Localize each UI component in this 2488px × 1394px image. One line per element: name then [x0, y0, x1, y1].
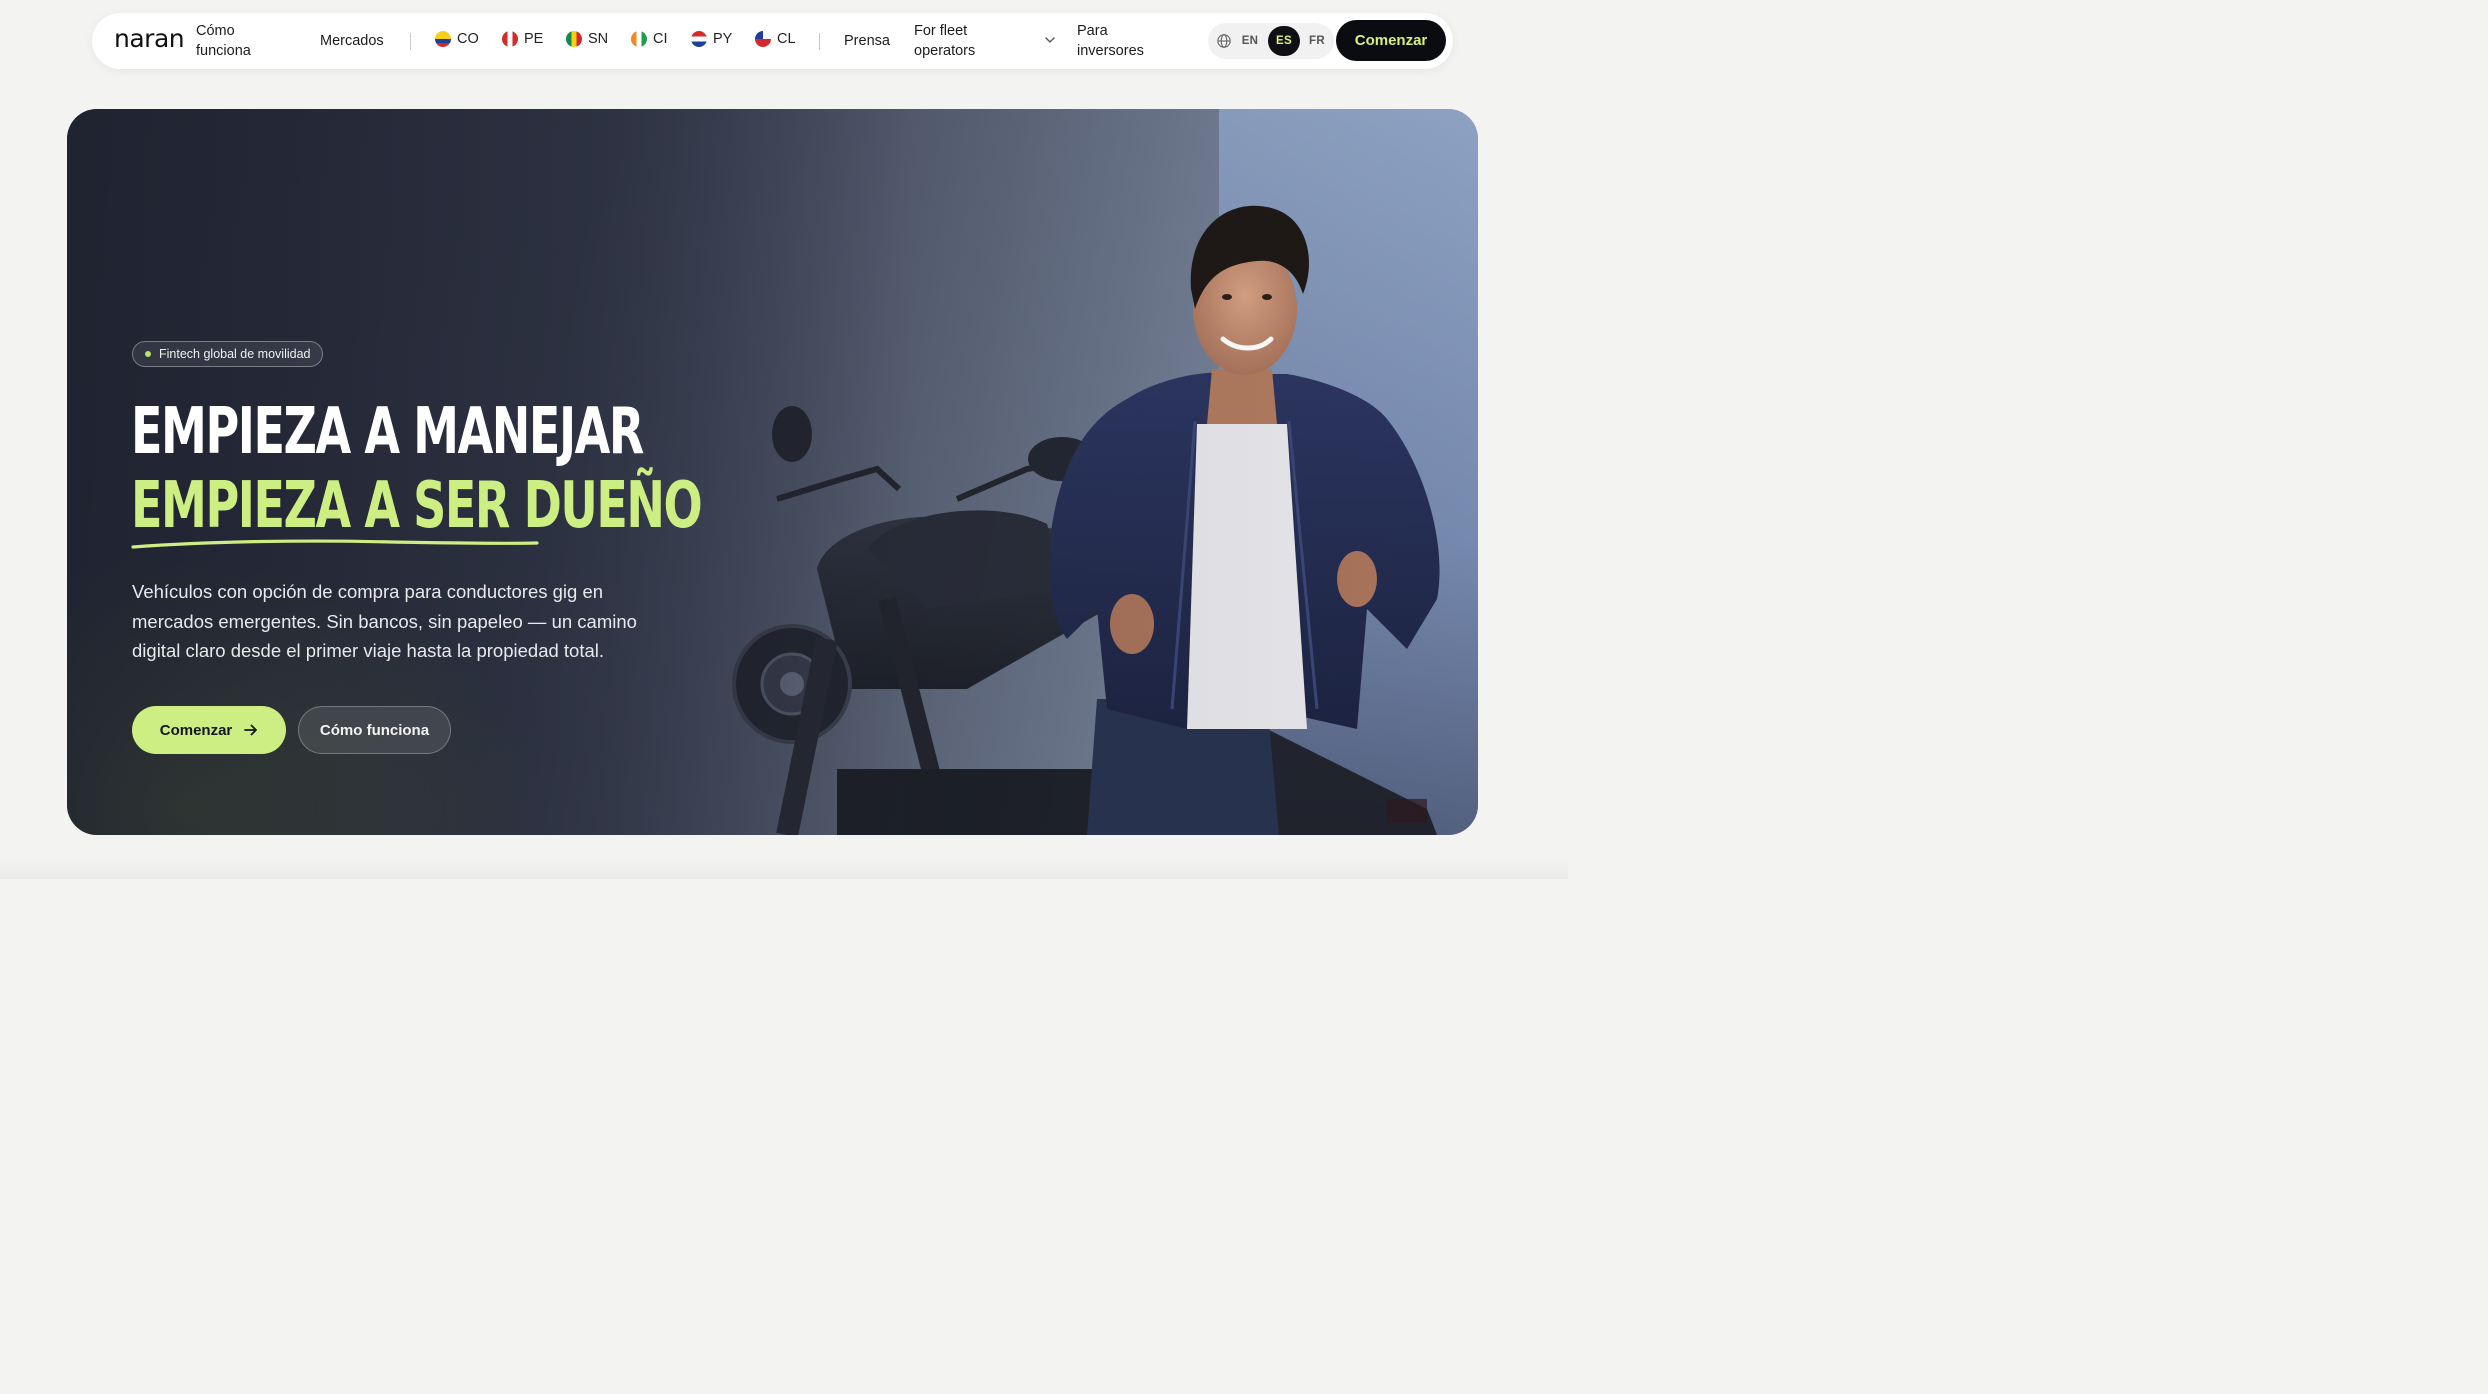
market-label: CL	[777, 31, 796, 47]
nav-divider	[819, 33, 820, 50]
nav-how-it-works[interactable]: Cómo funciona	[196, 21, 276, 61]
senegal-flag-icon	[566, 31, 582, 47]
top-navigation: naran Cómo funciona Mercados CO PE SN CI…	[92, 13, 1453, 69]
hero-headline-line2: EMPIEZA A SER DUEÑO	[131, 469, 703, 543]
market-py[interactable]: PY	[691, 31, 732, 47]
arrow-right-icon	[244, 724, 258, 736]
nav-divider	[410, 33, 411, 50]
market-label: CO	[457, 31, 479, 47]
globe-icon	[1217, 34, 1231, 48]
nav-fleet-operators[interactable]: For fleet operators	[914, 21, 1004, 61]
language-switcher: EN ES FR	[1208, 23, 1334, 59]
market-label: PY	[713, 31, 733, 47]
hero-start-button-label: Comenzar	[159, 721, 233, 739]
paraguay-flag-icon	[691, 31, 707, 47]
lang-en[interactable]: EN	[1236, 26, 1264, 56]
cote-divoire-flag-icon	[631, 31, 647, 47]
market-label: CI	[653, 31, 668, 47]
category-badge: Fintech global de movilidad	[132, 341, 324, 367]
chevron-down-icon[interactable]	[1044, 33, 1056, 47]
hero-headline-line1: EMPIEZA A MANEJAR	[131, 395, 644, 469]
hero-section: Fintech global de movilidad EMPIEZA A MA…	[67, 109, 1478, 835]
market-cl[interactable]: CL	[755, 31, 796, 47]
nav-markets[interactable]: Mercados	[320, 31, 384, 51]
hero-description: Vehículos con opción de compra para cond…	[132, 581, 637, 661]
brand-logo[interactable]: naran	[114, 24, 185, 53]
market-sn[interactable]: SN	[566, 31, 608, 47]
nav-investors[interactable]: Para inversores	[1077, 21, 1167, 61]
headline-underline-decoration	[131, 539, 539, 549]
next-section-edge	[0, 856, 1568, 879]
market-pe[interactable]: PE	[502, 31, 543, 47]
nav-start-button[interactable]: Comenzar	[1336, 20, 1446, 61]
badge-dot-icon	[145, 351, 151, 357]
hero-how-it-works-button[interactable]: Cómo funciona	[298, 706, 451, 754]
lang-es[interactable]: ES	[1268, 26, 1300, 56]
market-co[interactable]: CO	[435, 31, 479, 47]
colombia-flag-icon	[435, 31, 451, 47]
chile-flag-icon	[755, 31, 771, 47]
market-label: PE	[524, 31, 544, 47]
lang-fr[interactable]: FR	[1304, 26, 1330, 56]
nav-press[interactable]: Prensa	[844, 31, 890, 51]
market-label: SN	[588, 31, 609, 47]
peru-flag-icon	[502, 31, 518, 47]
hero-start-button[interactable]: Comenzar	[132, 706, 286, 754]
market-ci[interactable]: CI	[631, 31, 668, 47]
badge-text: Fintech global de movilidad	[159, 347, 311, 361]
